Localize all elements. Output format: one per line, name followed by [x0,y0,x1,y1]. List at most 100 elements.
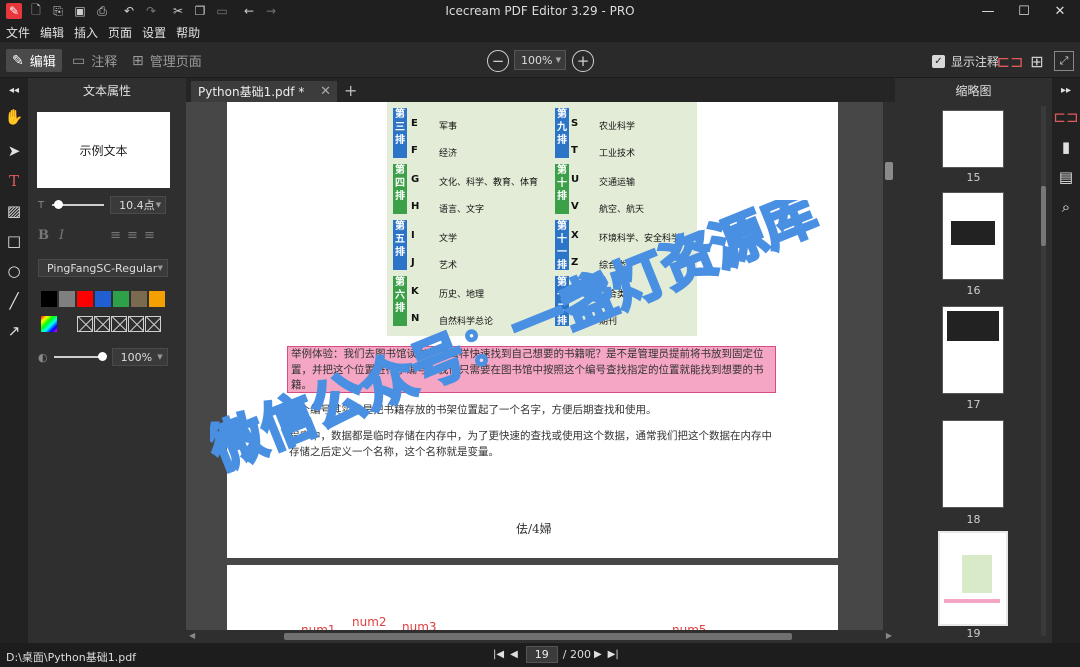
cut-icon[interactable]: ✂ [170,3,186,19]
slider-knob[interactable] [97,352,107,361]
minimize-button[interactable]: — [973,0,1003,22]
paste-icon[interactable]: ▭ [214,3,230,19]
forward-arrow-icon[interactable]: → [263,3,279,19]
collapse-left-icon[interactable]: ◂◂ [0,78,28,102]
last-page-icon[interactable]: ▶| [608,649,619,660]
rectangle-tool-icon[interactable]: □ [0,226,28,256]
menu-help[interactable]: 帮助 [176,24,200,41]
fullscreen-icon[interactable]: ⤢ [1054,51,1074,71]
new-file-icon[interactable]: 🗋 [28,3,44,19]
vertical-scrollbar[interactable] [883,102,895,630]
bold-icon[interactable]: B [38,228,49,243]
opacity-select[interactable]: 100% ▼ [111,348,168,366]
grid-view-icon[interactable]: ⊞ [1027,51,1047,71]
collapse-right-icon[interactable]: ▸▸ [1052,78,1080,102]
hand-tool-icon[interactable]: ✋ [0,102,28,132]
line-tool-icon[interactable]: ╱ [0,286,28,316]
checkbox-checked-icon[interactable]: ✓ [932,55,945,68]
align-right-icon[interactable]: ≡ [144,228,155,243]
color-swatch[interactable] [113,291,129,307]
thumbnail-scrollbar[interactable] [1041,106,1046,636]
menu-settings[interactable]: 设置 [142,24,166,41]
horizontal-scrollbar[interactable]: ◀ ▶ [186,630,895,643]
no-color-swatch[interactable] [77,316,93,332]
menu-file[interactable]: 文件 [6,24,30,41]
menu-edit[interactable]: 编辑 [40,24,64,41]
text-tool-icon[interactable]: T [0,166,28,196]
show-annotations-toggle[interactable]: ✓ 显示注释 [932,53,999,70]
page-thumbnail[interactable] [942,192,1004,280]
color-swatch[interactable] [131,291,147,307]
category-name: 文学 [439,234,458,244]
scroll-thumb[interactable] [1041,186,1046,246]
no-color-swatch[interactable] [128,316,144,332]
next-page-icon[interactable]: ▶ [594,649,602,660]
zoom-select[interactable]: 100% ▼ [514,50,566,70]
color-picker-icon[interactable] [41,316,57,332]
pdf-page[interactable]: 第 三 排 E 军事 F 经济第 四 排 G 文化、科学、教育、体育 H 语言、文字第 五 排 I… [227,102,838,558]
pdf-page[interactable]: num1 num2 num3 num5 [227,565,838,630]
add-tab-button[interactable]: + [344,81,357,100]
align-center-icon[interactable]: ≡ [127,228,138,243]
font-family-select[interactable]: PingFangSC-Regular ▼ [38,259,168,277]
undo-icon[interactable]: ↶ [121,3,137,19]
font-size-select[interactable]: 10.4点 ▼ [110,196,167,214]
search-icon[interactable]: ⌕ [1052,192,1080,222]
page-thumbnail[interactable] [942,420,1004,508]
text-paragraph[interactable]: 程序中，数据都是临时存储在内存中，为了更快速的查找或使用这个数据，通常我们把这个… [289,428,779,460]
copy-icon[interactable]: ❐ [192,3,208,19]
shelf-row-label: 第 十 排 [555,164,569,214]
text-paragraph[interactable]: 这个编号其实就是把书籍存放的书架位置起了一个名字，方便后期查找和使用。 [289,402,779,418]
color-swatch[interactable] [59,291,75,307]
sample-text-preview: 示例文本 [37,112,170,188]
edit-mode-button[interactable]: ✎ 编辑 [6,49,62,72]
color-swatch[interactable] [149,291,165,307]
annotate-mode-button[interactable]: ▭ 注释 [66,49,123,72]
single-page-view-icon[interactable]: ⊏⊐ [997,51,1024,71]
redo-icon[interactable]: ↷ [143,3,159,19]
back-arrow-icon[interactable]: ← [241,3,257,19]
select-tool-icon[interactable]: ➤ [0,136,28,166]
highlighted-text-block[interactable]: 举例体验：我们去图书馆读书，怎么样快速找到自己想要的书籍呢？是不是管理员提前将书… [287,346,776,393]
menu-insert[interactable]: 插入 [74,24,98,41]
zoom-out-button[interactable]: − [487,50,509,72]
page-thumbnail[interactable] [942,110,1004,168]
page-thumbnail-selected[interactable] [938,531,1008,626]
close-tab-icon[interactable]: ✕ [320,84,331,99]
page-number-input[interactable]: 19 [525,646,558,663]
ellipse-tool-icon[interactable]: ○ [0,256,28,286]
scroll-thumb[interactable] [284,633,792,640]
italic-icon[interactable]: I [59,228,64,243]
first-page-icon[interactable]: |◀ [493,649,504,660]
print-icon[interactable]: ⎙ [94,3,110,19]
open-file-icon[interactable]: ⎘ [50,3,66,19]
font-size-slider[interactable] [52,200,105,209]
page-thumbnail[interactable] [942,306,1004,394]
image-tool-icon[interactable]: ▨ [0,196,28,226]
menu-page[interactable]: 页面 [108,24,132,41]
no-color-swatch[interactable] [111,316,127,332]
scroll-right-icon[interactable]: ▶ [886,631,892,640]
manage-pages-button[interactable]: ⊞ 管理页面 [126,49,208,72]
category-code: Z [571,257,579,268]
color-swatch[interactable] [95,291,111,307]
save-icon[interactable]: ▣ [72,3,88,19]
previous-page-icon[interactable]: ◀ [510,649,518,660]
no-color-swatch[interactable] [145,316,161,332]
zoom-in-button[interactable]: + [572,50,594,72]
scroll-thumb[interactable] [885,162,893,180]
color-swatch[interactable] [41,291,57,307]
document-tab[interactable]: Python基础1.pdf * ✕ [191,81,337,102]
color-swatch[interactable] [77,291,93,307]
align-left-icon[interactable]: ≡ [110,228,121,243]
maximize-button[interactable]: ☐ [1009,0,1039,22]
comments-icon[interactable]: ▤ [1052,162,1080,192]
close-button[interactable]: ✕ [1045,0,1075,22]
arrow-tool-icon[interactable]: ↗ [0,316,28,346]
thumbnails-panel-icon[interactable]: ⊏⊐ [1052,102,1080,132]
bookmark-icon[interactable]: ▮ [1052,132,1080,162]
opacity-slider[interactable] [53,352,107,361]
scroll-left-icon[interactable]: ◀ [189,631,195,640]
slider-knob[interactable] [54,200,64,209]
no-color-swatch[interactable] [94,316,110,332]
